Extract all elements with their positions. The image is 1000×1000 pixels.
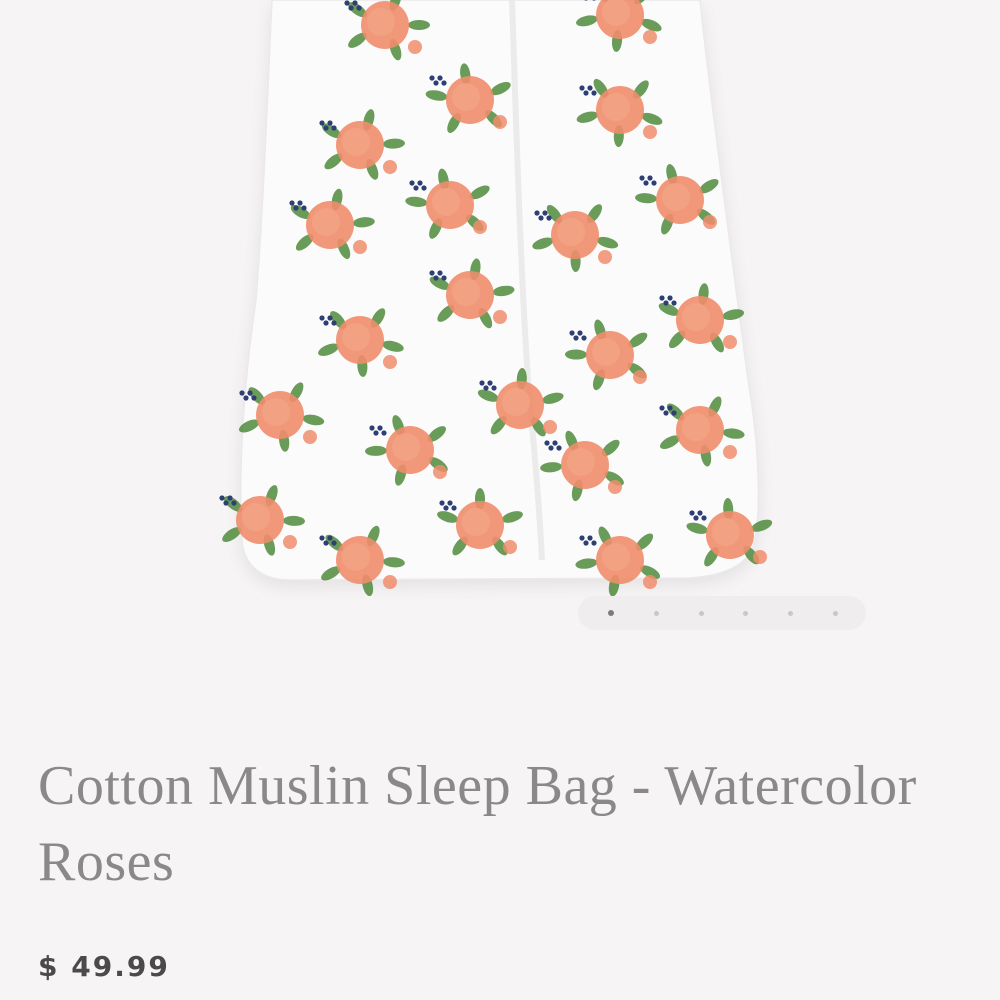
carousel-dot-3[interactable] (698, 610, 704, 616)
carousel-dot-2[interactable] (653, 610, 659, 616)
product-image[interactable] (0, 0, 1000, 600)
carousel-pagination (578, 596, 866, 630)
product-image-gallery[interactable] (0, 0, 1000, 650)
carousel-dot-6[interactable] (832, 610, 838, 616)
carousel-dot-1[interactable] (608, 610, 614, 616)
product-price: $ 49.99 (38, 950, 170, 983)
carousel-dot-4[interactable] (743, 610, 749, 616)
carousel-dot-5[interactable] (788, 610, 794, 616)
product-title: Cotton Muslin Sleep Bag - Watercolor Ros… (38, 755, 917, 893)
